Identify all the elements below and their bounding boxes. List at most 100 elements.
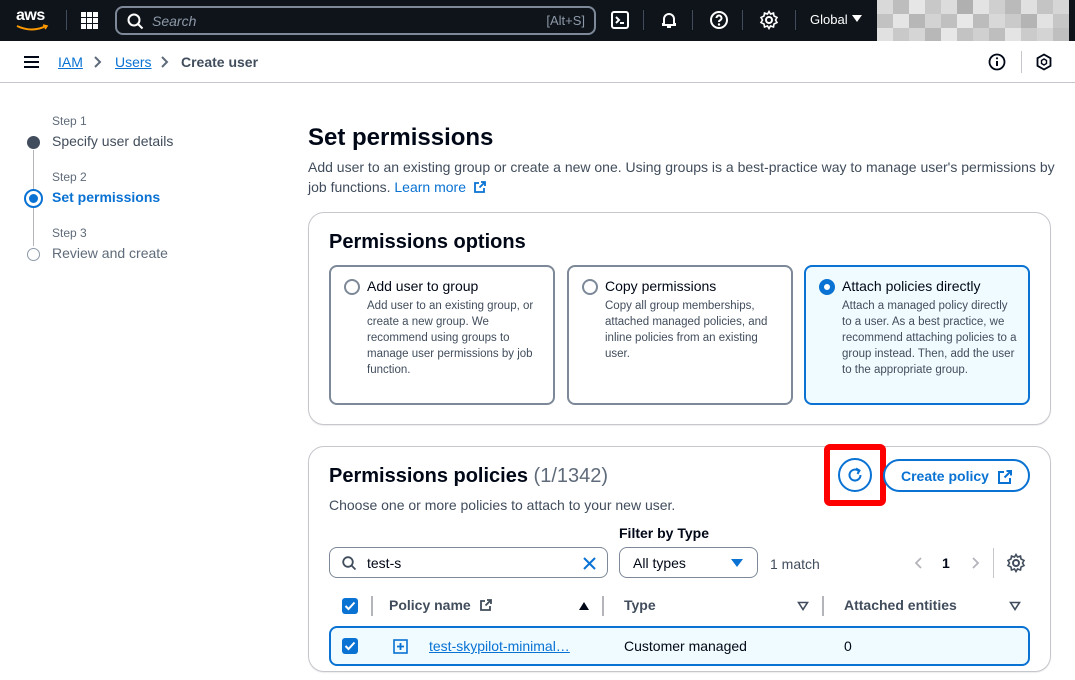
radio-attach-policies[interactable] <box>819 279 835 295</box>
breadcrumb-bar: IAM Users Create user <box>0 41 1075 83</box>
global-search-input[interactable]: Search [Alt+S] <box>115 6 596 35</box>
pager-divider <box>993 548 994 578</box>
checkmark-icon <box>344 641 356 651</box>
policies-count: (1/1342) <box>533 465 609 487</box>
expand-plus-icon[interactable] <box>393 639 408 654</box>
step-3-pending-icon <box>27 248 40 261</box>
search-placeholder: Search <box>152 13 197 29</box>
breadcrumb-current: Create user <box>181 54 259 70</box>
option-title: Attach policies directly <box>842 278 981 294</box>
crumbbar-divider <box>1021 51 1022 73</box>
option-title: Add user to group <box>367 278 479 294</box>
policy-type: Customer managed <box>624 638 747 654</box>
step-1-label[interactable]: Specify user details <box>52 133 173 149</box>
filter-by-type-label: Filter by Type <box>619 525 709 541</box>
nav-divider <box>66 10 67 30</box>
search-icon <box>342 556 357 571</box>
policy-name-link[interactable]: test-skypilot-minimal… <box>429 638 570 654</box>
hexagon-settings-icon[interactable] <box>1035 53 1053 71</box>
column-divider <box>822 596 824 616</box>
search-shortcut: [Alt+S] <box>546 13 585 28</box>
page-number[interactable]: 1 <box>942 555 950 571</box>
region-selector[interactable]: Global <box>810 12 848 27</box>
nav-divider <box>643 10 644 30</box>
step-connector <box>33 150 34 190</box>
cloudshell-icon[interactable] <box>610 10 630 30</box>
create-policy-button[interactable]: Create policy <box>883 459 1030 492</box>
column-header-policy-name[interactable]: Policy name <box>389 597 493 613</box>
filter-type-value: All types <box>633 555 686 571</box>
clear-icon[interactable] <box>582 556 597 571</box>
select-all-checkbox[interactable] <box>342 598 358 614</box>
chevron-left-icon[interactable] <box>912 556 926 570</box>
breadcrumb-iam[interactable]: IAM <box>58 54 83 70</box>
option-description: Attach a managed policy directly to a us… <box>842 300 1017 376</box>
info-icon[interactable] <box>988 53 1006 71</box>
refresh-button[interactable] <box>838 458 872 492</box>
external-link-icon <box>479 599 492 611</box>
gear-icon[interactable] <box>759 10 779 30</box>
aws-logo-text: aws <box>16 7 45 24</box>
radio-add-to-group[interactable] <box>344 279 360 295</box>
step-1-number: Step 1 <box>52 114 87 128</box>
sort-icon[interactable] <box>797 601 809 611</box>
match-count: 1 match <box>770 556 820 572</box>
menu-icon[interactable] <box>24 56 39 68</box>
step-2-active-icon <box>24 189 43 208</box>
column-header-type[interactable]: Type <box>624 597 656 613</box>
chevron-right-icon[interactable] <box>968 556 982 570</box>
help-icon[interactable] <box>709 10 729 30</box>
step-2-number: Step 2 <box>52 170 87 184</box>
create-policy-label: Create policy <box>901 468 989 484</box>
option-description: Copy all group memberships, attached man… <box>605 300 768 360</box>
sort-icon[interactable] <box>1009 601 1021 611</box>
breadcrumb-users[interactable]: Users <box>115 54 152 70</box>
option-attach-policies[interactable]: Attach policies directly Attach a manage… <box>804 265 1030 405</box>
aws-logo[interactable]: aws <box>16 7 50 33</box>
column-header-attached-entities[interactable]: Attached entities <box>844 597 957 613</box>
learn-more-link[interactable]: Learn more <box>394 179 486 195</box>
column-divider <box>602 596 604 616</box>
nav-divider <box>692 10 693 30</box>
option-description: Add user to an existing group, or create… <box>367 300 534 376</box>
attached-entities-count: 0 <box>844 638 852 654</box>
refresh-icon <box>848 467 862 482</box>
chevron-right-icon <box>94 56 102 68</box>
step-2-label: Set permissions <box>52 189 161 205</box>
page-intro: Add user to an existing group or create … <box>308 157 1058 197</box>
search-icon <box>127 13 144 30</box>
option-add-to-group[interactable]: Add user to group Add user to an existin… <box>329 265 555 405</box>
row-checkbox[interactable] <box>342 638 358 654</box>
search-value: test-s <box>367 555 402 571</box>
filter-type-select[interactable]: All types <box>619 547 758 578</box>
option-copy-permissions[interactable]: Copy permissions Copy all group membersh… <box>567 265 793 405</box>
chevron-right-icon <box>161 56 169 68</box>
policies-title-text: Permissions policies <box>329 465 528 487</box>
nav-divider <box>795 10 796 30</box>
radio-copy-permissions[interactable] <box>582 279 598 295</box>
nav-divider <box>742 10 743 30</box>
account-menu-blurred[interactable] <box>877 0 1069 42</box>
step-1-completed-icon <box>27 136 40 149</box>
external-link-icon <box>473 181 486 193</box>
bell-icon[interactable] <box>659 10 679 30</box>
sort-ascending-icon[interactable] <box>578 601 590 611</box>
permissions-policies-title: Permissions policies (1/1342) <box>329 465 608 488</box>
page-title: Set permissions <box>308 124 494 151</box>
policy-name-header-label: Policy name <box>389 597 471 613</box>
caret-down-icon <box>731 559 743 567</box>
step-connector <box>33 208 34 246</box>
step-3-label: Review and create <box>52 245 168 261</box>
policies-description: Choose one or more policies to attach to… <box>329 497 676 513</box>
policy-search-input[interactable]: test-s <box>329 547 608 578</box>
option-title: Copy permissions <box>605 278 717 294</box>
gear-icon[interactable] <box>1006 553 1026 573</box>
caret-down-icon <box>852 15 862 22</box>
learn-more-label: Learn more <box>394 179 466 195</box>
top-navigation: aws Search [Alt+S] Global <box>0 0 1075 42</box>
column-divider <box>371 596 373 616</box>
services-grid-icon[interactable] <box>81 12 98 29</box>
external-link-icon <box>998 470 1012 484</box>
step-3-number: Step 3 <box>52 226 87 240</box>
aws-smile-icon <box>16 24 49 31</box>
